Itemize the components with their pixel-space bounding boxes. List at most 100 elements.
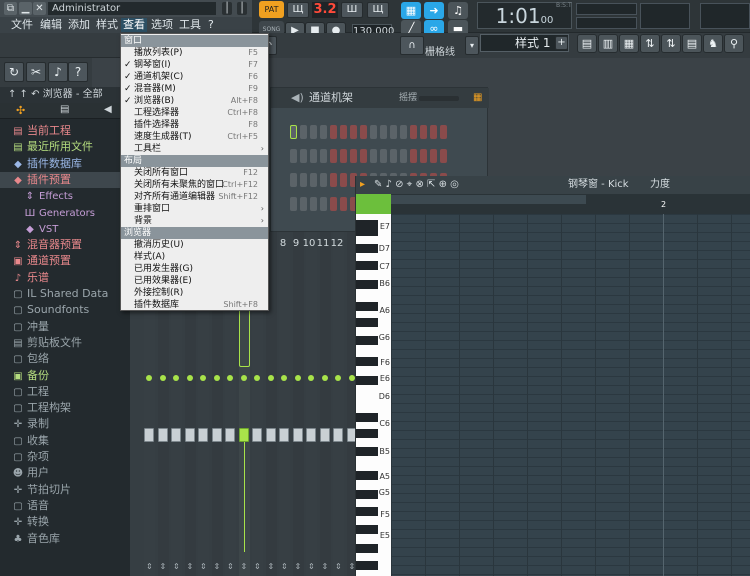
step-button[interactable] bbox=[320, 173, 327, 187]
pan-knob[interactable] bbox=[294, 375, 301, 381]
step-button[interactable] bbox=[340, 197, 347, 211]
menu-item[interactable]: 重排窗口 › bbox=[121, 203, 268, 215]
volume-fader[interactable] bbox=[184, 428, 195, 442]
volume-fader[interactable] bbox=[225, 428, 235, 442]
menu-patterns[interactable]: 样式 bbox=[94, 18, 120, 32]
menu-tools[interactable]: 工具 bbox=[177, 18, 203, 32]
step-button[interactable] bbox=[350, 149, 357, 163]
step-button[interactable] bbox=[310, 197, 317, 211]
pan-knob[interactable] bbox=[159, 375, 166, 381]
step-button[interactable] bbox=[370, 149, 377, 163]
pan-knob[interactable] bbox=[267, 375, 274, 381]
step-button[interactable] bbox=[320, 125, 327, 139]
browser-item[interactable]: Ш Generators bbox=[0, 205, 130, 221]
swing-slider[interactable] bbox=[419, 96, 459, 101]
step-button[interactable] bbox=[330, 173, 337, 187]
browser-item[interactable]: ▢ 冲量 bbox=[0, 319, 130, 335]
rack-grid-icon[interactable]: ▦ bbox=[473, 88, 482, 108]
black-key[interactable] bbox=[356, 429, 378, 438]
pr-menu-icon[interactable]: ▸ bbox=[360, 176, 365, 194]
step-button[interactable] bbox=[290, 197, 297, 211]
route-arrow[interactable]: ⇕ bbox=[227, 562, 234, 571]
step-button[interactable] bbox=[330, 197, 337, 211]
route-arrow[interactable]: ⇕ bbox=[254, 562, 261, 571]
volume-fader[interactable] bbox=[292, 428, 303, 442]
step-button[interactable] bbox=[390, 125, 397, 139]
black-key[interactable] bbox=[356, 447, 378, 456]
route-arrow[interactable]: ⇕ bbox=[146, 562, 153, 571]
step-button[interactable] bbox=[340, 125, 347, 139]
pan-knob[interactable] bbox=[146, 375, 152, 381]
route-arrow[interactable]: ⇕ bbox=[214, 562, 221, 571]
step-button[interactable] bbox=[380, 149, 387, 163]
scissors-icon[interactable]: ✂ bbox=[26, 62, 46, 82]
microphone-icon[interactable]: ♪ bbox=[48, 62, 68, 82]
browser-speaker-icon[interactable]: ◀ bbox=[104, 104, 112, 115]
volume-fader[interactable] bbox=[252, 428, 262, 442]
step-button[interactable] bbox=[370, 125, 377, 139]
browser-item[interactable]: ▤ 最近所用文件 bbox=[0, 139, 130, 155]
menu-item[interactable]: 背景 › bbox=[121, 215, 268, 227]
step-button[interactable] bbox=[300, 173, 307, 187]
step-button[interactable] bbox=[400, 149, 407, 163]
mixer-icon[interactable]: ⇅ bbox=[640, 34, 660, 53]
menu-item[interactable]: 关闭所有未聚焦的窗口 Ctrl+F12 bbox=[121, 179, 268, 191]
route-arrow[interactable]: ⇕ bbox=[335, 562, 342, 571]
black-key[interactable] bbox=[356, 244, 378, 253]
volume-fader[interactable] bbox=[306, 428, 316, 442]
menu-item[interactable]: 插件数据库 Shift+F8 bbox=[121, 299, 268, 311]
audio-settings-icon[interactable]: ⚲ bbox=[724, 34, 744, 53]
black-key[interactable] bbox=[356, 544, 378, 553]
browser-item[interactable]: ▢ 包络 bbox=[0, 351, 130, 367]
pan-knob[interactable] bbox=[348, 375, 355, 381]
black-key[interactable] bbox=[356, 336, 378, 345]
volume-fader[interactable] bbox=[171, 428, 181, 442]
pan-knob[interactable] bbox=[213, 375, 220, 381]
browser-sort-icon[interactable]: ✣ bbox=[16, 104, 25, 117]
playlist-icon[interactable]: ▤ bbox=[577, 34, 597, 53]
step-button[interactable] bbox=[320, 197, 327, 211]
step-button[interactable] bbox=[330, 149, 337, 163]
step-button[interactable] bbox=[360, 125, 367, 139]
browser-item[interactable]: ▢ IL Shared Data bbox=[0, 286, 130, 302]
volume-fader[interactable] bbox=[265, 428, 276, 442]
snap-dropdown-icon[interactable]: ▾ bbox=[465, 36, 479, 55]
browser-item[interactable]: ✛ 录制 bbox=[0, 416, 130, 432]
menu-item[interactable]: ✓ 通道机架(C) F6 bbox=[121, 71, 268, 83]
browser-item[interactable]: ▢ Soundfonts bbox=[0, 302, 130, 318]
step-button[interactable] bbox=[310, 149, 317, 163]
browser-item[interactable]: ▣ 通道预置 bbox=[0, 253, 130, 269]
black-key[interactable] bbox=[356, 525, 378, 534]
step-button[interactable] bbox=[440, 125, 447, 139]
step-button[interactable] bbox=[360, 149, 367, 163]
menu-item[interactable]: 工程选择器 Ctrl+F8 bbox=[121, 107, 268, 119]
volume-fader[interactable] bbox=[333, 428, 343, 442]
browser-item[interactable]: ✛ 转换 bbox=[0, 514, 130, 530]
volume-fader[interactable] bbox=[211, 428, 222, 442]
step-button[interactable] bbox=[440, 149, 447, 163]
typing-keyboard-icon[interactable]: Щ bbox=[367, 2, 389, 18]
step-button[interactable] bbox=[350, 125, 357, 139]
route-arrow[interactable]: ⇕ bbox=[308, 562, 315, 571]
browser-item[interactable]: ▢ 语音 bbox=[0, 498, 130, 514]
menu-options[interactable]: 选项 bbox=[149, 18, 175, 32]
black-key[interactable] bbox=[356, 507, 378, 516]
velocity-label[interactable]: 力度 bbox=[650, 176, 670, 194]
black-key[interactable] bbox=[356, 280, 378, 289]
pan-knob[interactable] bbox=[321, 375, 328, 381]
route-arrow[interactable]: ⇕ bbox=[160, 562, 167, 571]
browser-item[interactable]: ▢ 工程构架 bbox=[0, 400, 130, 416]
metronome-icon[interactable]: Щ bbox=[287, 2, 309, 18]
piano-roll-ruler[interactable]: 2 bbox=[391, 194, 750, 214]
route-arrow[interactable]: ⇕ bbox=[268, 562, 275, 571]
browser-nav-icon[interactable]: ↑ ↑ ↶ bbox=[8, 89, 43, 100]
volume-fader[interactable] bbox=[238, 428, 249, 442]
browser-item[interactable]: ♪ 乐谱 bbox=[0, 270, 130, 286]
step-button[interactable] bbox=[430, 149, 437, 163]
route-arrow[interactable]: ⇕ bbox=[187, 562, 194, 571]
step-button[interactable] bbox=[300, 149, 307, 163]
step-button[interactable] bbox=[290, 173, 297, 187]
black-key[interactable] bbox=[356, 357, 378, 366]
menu-item[interactable]: ✓ 混音器(M) F9 bbox=[121, 83, 268, 95]
pan-knob[interactable] bbox=[240, 375, 247, 381]
